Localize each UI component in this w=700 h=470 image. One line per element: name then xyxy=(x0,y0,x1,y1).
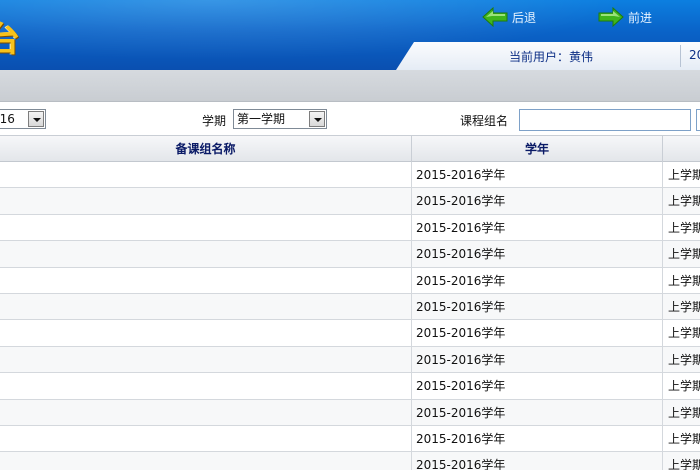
group-name-cell xyxy=(0,188,411,214)
header-banner: 台 后退 前进 当前用户：黄伟 20 xyxy=(0,0,700,70)
table-row[interactable]: 2015-2016学年上学期 xyxy=(0,399,700,426)
group-name-cell xyxy=(0,268,411,294)
group-name-cell xyxy=(0,400,411,426)
table-row[interactable]: 2015-2016学年上学期 xyxy=(0,214,700,242)
table-row[interactable]: 2015-2016学年上学期 xyxy=(0,320,700,347)
term-cell: 上学期 xyxy=(662,320,700,347)
column-header-group-name[interactable]: 备课组名称 xyxy=(0,136,411,162)
arrow-left-icon xyxy=(482,7,508,27)
table-row[interactable]: 2015-2016学年上学期 xyxy=(0,373,700,400)
app-window: 台 后退 前进 当前用户：黄伟 20 016 学期 xyxy=(0,0,700,470)
column-header-school-year[interactable]: 学年 xyxy=(411,136,662,162)
school-year-select[interactable]: 016 xyxy=(0,109,46,129)
school-year-cell: 2015-2016学年 xyxy=(411,214,662,241)
term-cell: 上学期 xyxy=(662,452,700,470)
term-select[interactable]: 第一学期 xyxy=(233,109,327,129)
search-button-edge[interactable] xyxy=(696,109,700,131)
group-name-cell xyxy=(0,215,411,241)
group-name-cell xyxy=(0,294,411,320)
table-row[interactable]: 2015-2016学年上学期 xyxy=(0,425,700,453)
table-header: 备课组名称 学年 xyxy=(0,135,700,162)
date-text: 20 xyxy=(689,48,700,62)
table-row[interactable]: 2015-2016学年上学期 xyxy=(0,188,700,215)
filter-bar: 016 学期 第一学期 课程组名 xyxy=(0,103,700,134)
back-label: 后退 xyxy=(512,10,537,25)
group-name-cell xyxy=(0,347,411,373)
school-year-cell: 2015-2016学年 xyxy=(411,399,662,426)
school-year-cell: 2015-2016学年 xyxy=(411,425,662,452)
term-cell: 上学期 xyxy=(662,188,700,215)
school-year-value: 016 xyxy=(0,112,15,126)
school-year-cell: 2015-2016学年 xyxy=(411,346,662,373)
term-cell: 上学期 xyxy=(662,425,700,452)
forward-label: 前进 xyxy=(628,10,653,25)
school-year-cell: 2015-2016学年 xyxy=(411,452,662,470)
current-user: 当前用户：黄伟 xyxy=(509,50,594,64)
school-year-cell: 2015-2016学年 xyxy=(411,320,662,347)
term-cell: 上学期 xyxy=(662,162,700,188)
term-cell: 上学期 xyxy=(662,241,700,268)
group-table: 备课组名称 学年 2015-2016学年上学期2015-2016学年上学期201… xyxy=(0,135,700,470)
school-year-cell: 2015-2016学年 xyxy=(411,188,662,215)
forward-button[interactable]: 前进 xyxy=(598,6,652,28)
school-year-cell: 2015-2016学年 xyxy=(411,293,662,320)
term-label: 学期 xyxy=(202,114,227,128)
table-row[interactable]: 2015-2016学年上学期 xyxy=(0,452,700,470)
group-name-cell xyxy=(0,373,411,399)
term-cell: 上学期 xyxy=(662,399,700,426)
table-body: 2015-2016学年上学期2015-2016学年上学期2015-2016学年上… xyxy=(0,162,700,470)
divider xyxy=(680,45,681,67)
table-row[interactable]: 2015-2016学年上学期 xyxy=(0,293,700,321)
term-value: 第一学期 xyxy=(237,112,286,126)
chevron-down-icon[interactable] xyxy=(309,111,325,127)
arrow-right-icon xyxy=(598,7,624,27)
user-info-bar: 当前用户：黄伟 20 xyxy=(396,42,700,70)
term-cell: 上学期 xyxy=(662,267,700,294)
term-cell: 上学期 xyxy=(662,214,700,241)
course-group-input[interactable] xyxy=(519,109,691,131)
term-cell: 上学期 xyxy=(662,293,700,320)
group-name-cell xyxy=(0,452,411,470)
school-year-cell: 2015-2016学年 xyxy=(411,373,662,400)
table-row[interactable]: 2015-2016学年上学期 xyxy=(0,267,700,294)
course-group-label: 课程组名 xyxy=(460,114,509,128)
table-row[interactable]: 2015-2016学年上学期 xyxy=(0,241,700,268)
term-cell: 上学期 xyxy=(662,346,700,373)
column-header-term[interactable] xyxy=(662,136,700,162)
table-row[interactable]: 2015-2016学年上学期 xyxy=(0,162,700,189)
school-year-cell: 2015-2016学年 xyxy=(411,267,662,294)
group-name-cell xyxy=(0,241,411,267)
group-name-cell xyxy=(0,320,411,346)
term-cell: 上学期 xyxy=(662,373,700,400)
logo-title: 台 xyxy=(0,20,20,60)
group-name-cell xyxy=(0,426,411,452)
toolbar-strip xyxy=(0,70,700,102)
school-year-cell: 2015-2016学年 xyxy=(411,241,662,268)
table-row[interactable]: 2015-2016学年上学期 xyxy=(0,346,700,374)
group-name-cell xyxy=(0,162,411,188)
back-button[interactable]: 后退 xyxy=(482,6,536,28)
chevron-down-icon[interactable] xyxy=(28,111,44,127)
school-year-cell: 2015-2016学年 xyxy=(411,162,662,188)
